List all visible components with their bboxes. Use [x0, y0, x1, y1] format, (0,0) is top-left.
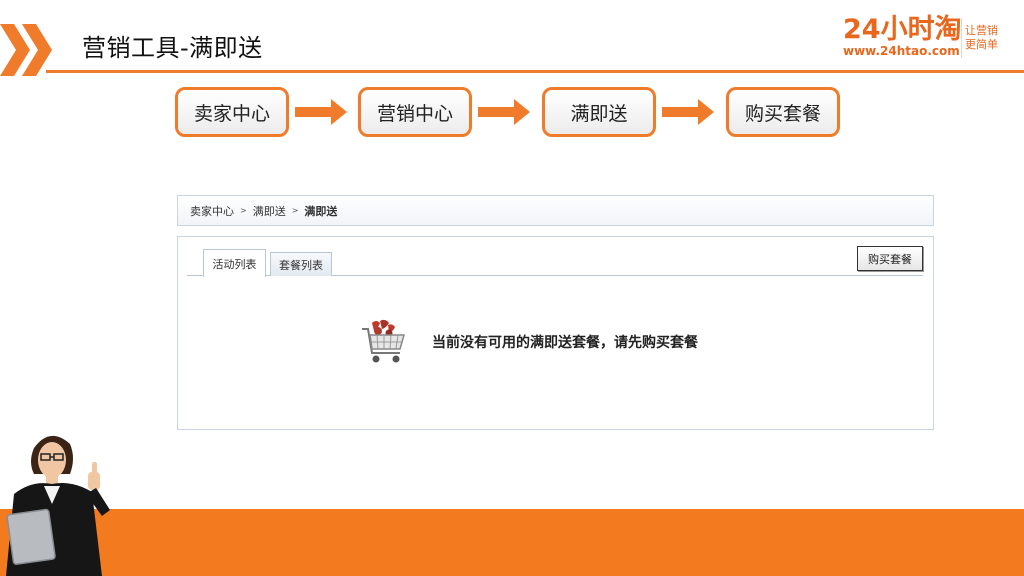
buy-package-button[interactable]: 购买套餐 [857, 246, 923, 271]
logo-slogan-line1: 让营销 [965, 24, 998, 37]
footer-band [0, 509, 1024, 576]
arrow-right-icon [662, 99, 714, 125]
presenter-illustration [6, 435, 110, 576]
tab-package-list[interactable]: 套餐列表 [270, 252, 332, 276]
flow-step-full-gift: 满即送 [542, 87, 656, 137]
chevron-decoration-icon [0, 24, 52, 76]
breadcrumb: 卖家中心 > 满即送 > 满即送 [177, 195, 934, 226]
empty-state-message: 当前没有可用的满即送套餐，请先购买套餐 [432, 335, 698, 351]
arrow-right-icon [295, 99, 347, 125]
shopping-cart-icon [362, 319, 405, 363]
breadcrumb-separator: > [291, 206, 299, 215]
flow-step-marketing-center: 营销中心 [358, 87, 472, 137]
logo-slogan-line2: 更简单 [965, 38, 998, 51]
arrow-right-icon [478, 99, 530, 125]
breadcrumb-separator: > [240, 206, 247, 215]
content-panel: 活动列表 套餐列表 购买套餐 当前没有可用的满即送套餐，请先购买套餐 [177, 236, 934, 430]
breadcrumb-item-full-gift[interactable]: 满即送 [253, 203, 286, 219]
breadcrumb-item-seller-center[interactable]: 卖家中心 [190, 203, 234, 219]
logo-separator [961, 18, 962, 58]
slide-title: 营销工具-满即送 [82, 34, 263, 62]
logo-url: www.24htao.com [843, 44, 960, 58]
flow-step-seller-center: 卖家中心 [175, 87, 289, 137]
logo-slogan: 让营销 更简单 [965, 24, 1009, 52]
logo-main-text: 24小时淘 [843, 14, 962, 45]
title-underline [46, 70, 1024, 73]
brand-logo: 24小时淘 www.24htao.com 让营销 更简单 [843, 14, 1013, 62]
breadcrumb-item-current: 满即送 [304, 204, 338, 218]
flow-step-buy-package: 购买套餐 [726, 87, 840, 137]
tab-activity-list[interactable]: 活动列表 [203, 249, 266, 277]
